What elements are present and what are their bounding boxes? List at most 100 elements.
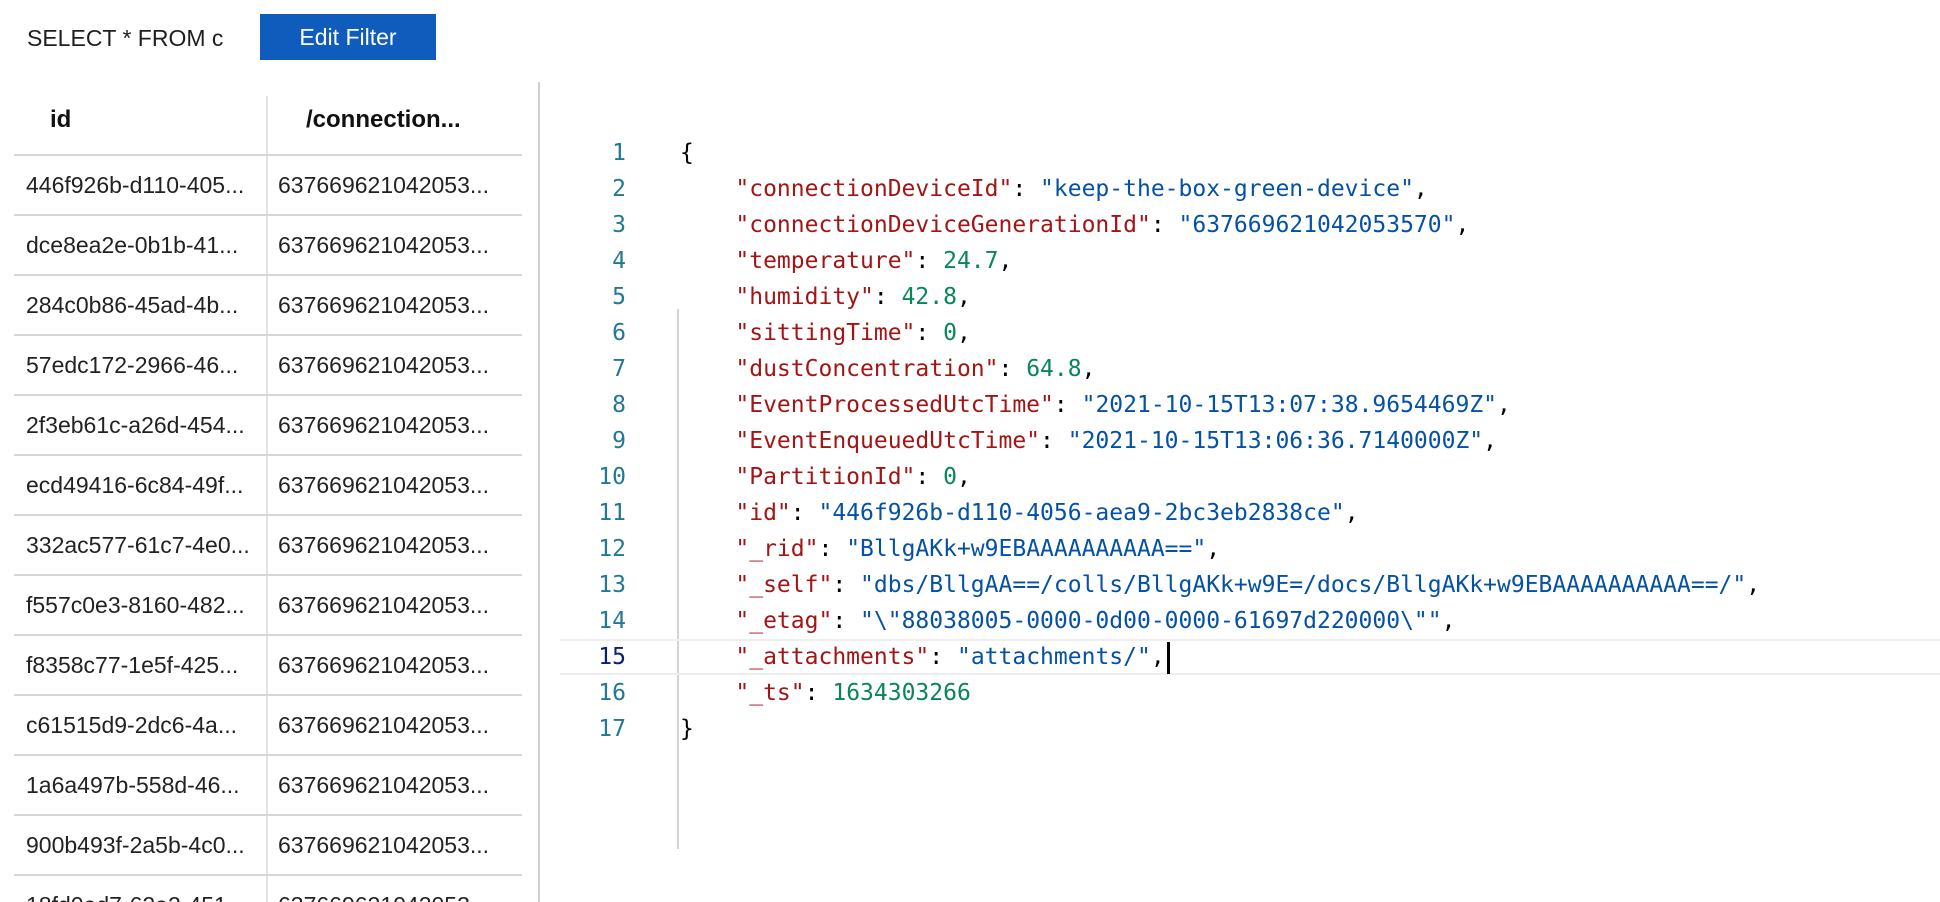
cell-id: 1a6a497b-558d-46... [26,772,240,798]
code-token: , [998,248,1013,274]
code-token: "_etag" [735,608,833,634]
column-header-id[interactable]: id [50,96,71,156]
table-row[interactable]: dce8ea2e-0b1b-41... 637669621042053... [14,216,522,276]
column-header-connection[interactable]: /connection... [306,96,461,156]
table-row[interactable]: 332ac577-61c7-4e0... 637669621042053... [14,516,522,576]
code-token: , [1746,572,1761,598]
code-token: "_ts" [735,680,805,706]
code-token: 0 [943,320,957,346]
line-number: 16 [598,680,626,706]
code-text: "sittingTime": 0, [680,315,970,351]
code-token: 1634303266 [832,680,971,706]
code-token: 42.8 [901,284,957,310]
code-line[interactable]: 11 "id": "446f926b-d110-4056-aea9-2bc3eb… [560,495,1940,531]
pane-splitter[interactable] [538,82,540,902]
table-row[interactable]: ecd49416-6c84-49f... 637669621042053... [14,456,522,516]
code-line[interactable]: 12 "_rid": "BllgAKk+w9EBAAAAAAAAAA==", [560,531,1940,567]
code-line[interactable]: 15 "_attachments": "attachments/", [560,639,1940,675]
table-row[interactable]: f8358c77-1e5f-425... 637669621042053... [14,636,522,696]
code-line[interactable]: 1{ [560,135,1940,171]
code-line[interactable]: 2 "connectionDeviceId": "keep-the-box-gr… [560,171,1940,207]
code-token: "_rid" [735,536,819,562]
code-token: 24.7 [943,248,999,274]
code-line[interactable]: 9 "EventEnqueuedUtcTime": "2021-10-15T13… [560,423,1940,459]
cell-divider [266,636,268,694]
code-token: } [680,716,694,742]
grid-header: id /connection... [14,96,522,156]
code-line[interactable]: 14 "_etag": "\"88038005-0000-0d00-0000-6… [560,603,1940,639]
code-text: "humidity": 42.8, [680,279,971,315]
column-divider[interactable] [266,96,268,154]
code-line[interactable]: 6 "sittingTime": 0, [560,315,1940,351]
code-text: "_self": "dbs/BllgAA==/colls/BllgAKk+w9E… [680,567,1760,603]
table-row[interactable]: 446f926b-d110-405... 637669621042053... [14,156,522,216]
line-number: 14 [598,608,626,634]
code-line[interactable]: 13 "_self": "dbs/BllgAA==/colls/BllgAKk+… [560,567,1940,603]
code-token: , [956,284,971,310]
table-row[interactable]: f557c0e3-8160-482... 637669621042053... [14,576,522,636]
code-token: , [1455,212,1470,238]
line-number: 11 [598,500,626,526]
code-token: : [790,500,819,526]
cell-divider [266,276,268,334]
code-line[interactable]: 3 "connectionDeviceGenerationId": "63766… [560,207,1940,243]
code-token: : [1012,176,1041,202]
cell-divider [266,396,268,454]
cell-divider [266,336,268,394]
table-row[interactable]: 2f3eb61c-a26d-454... 637669621042053... [14,396,522,456]
code-token: , [1344,500,1359,526]
code-token: "connectionDeviceGenerationId" [735,212,1151,238]
cell-id: 2f3eb61c-a26d-454... [26,412,245,438]
json-editor[interactable]: 1{2 "connectionDeviceId": "keep-the-box-… [560,135,1940,849]
code-line[interactable]: 10 "PartitionId": 0, [560,459,1940,495]
line-number: 6 [612,320,626,346]
table-row[interactable]: 284c0b86-45ad-4b... 637669621042053... [14,276,522,336]
edit-filter-button[interactable]: Edit Filter [260,14,436,60]
line-number: 9 [612,428,626,454]
line-number: 7 [612,356,626,382]
line-number: 3 [612,212,626,238]
code-token: : [929,644,957,670]
code-text: "id": "446f926b-d110-4056-aea9-2bc3eb283… [680,495,1359,531]
code-token: : [873,284,902,310]
cell-connection: 637669621042053... [278,172,490,198]
code-line[interactable]: 8 "EventProcessedUtcTime": "2021-10-15T1… [560,387,1940,423]
documents-grid: id /connection... 446f926b-d110-405... 63… [14,96,522,902]
code-line[interactable]: 17} [560,711,1940,747]
code-text: "temperature": 24.7, [680,243,1012,279]
code-token: : [915,464,944,490]
cell-divider [266,576,268,634]
cell-connection: 637669621042053... [278,292,490,318]
table-row[interactable]: 900b493f-2a5b-4c0... 637669621042053... [14,816,522,876]
code-token: , [1483,428,1498,454]
code-token: { [680,140,694,166]
code-line[interactable]: 7 "dustConcentration": 64.8, [560,351,1940,387]
table-row[interactable]: 1a6a497b-558d-46... 637669621042053... [14,756,522,816]
code-token: 64.8 [1026,356,1082,382]
cell-divider [266,516,268,574]
code-line[interactable]: 4 "temperature": 24.7, [560,243,1940,279]
cell-divider [266,156,268,214]
code-line[interactable]: 5 "humidity": 42.8, [560,279,1940,315]
code-text: "_ts": 1634303266 [680,675,971,711]
code-token: : [998,356,1027,382]
line-number: 12 [598,536,626,562]
code-token: , [1206,536,1221,562]
table-row[interactable]: 57edc172-2966-46... 637669621042053... [14,336,522,396]
code-line[interactable]: 16 "_ts": 1634303266 [560,675,1940,711]
code-token: "humidity" [735,284,874,310]
table-row[interactable]: c61515d9-2dc6-4a... 637669621042053... [14,696,522,756]
table-row[interactable]: 18fd0ad7-62a2-451... 637669621042053... [14,876,522,902]
code-text: "_etag": "\"88038005-0000-0d00-0000-6169… [680,603,1455,639]
cell-divider [266,456,268,514]
code-token: , [1413,176,1428,202]
cell-id: dce8ea2e-0b1b-41... [26,232,239,258]
cell-id: f8358c77-1e5f-425... [26,652,239,678]
